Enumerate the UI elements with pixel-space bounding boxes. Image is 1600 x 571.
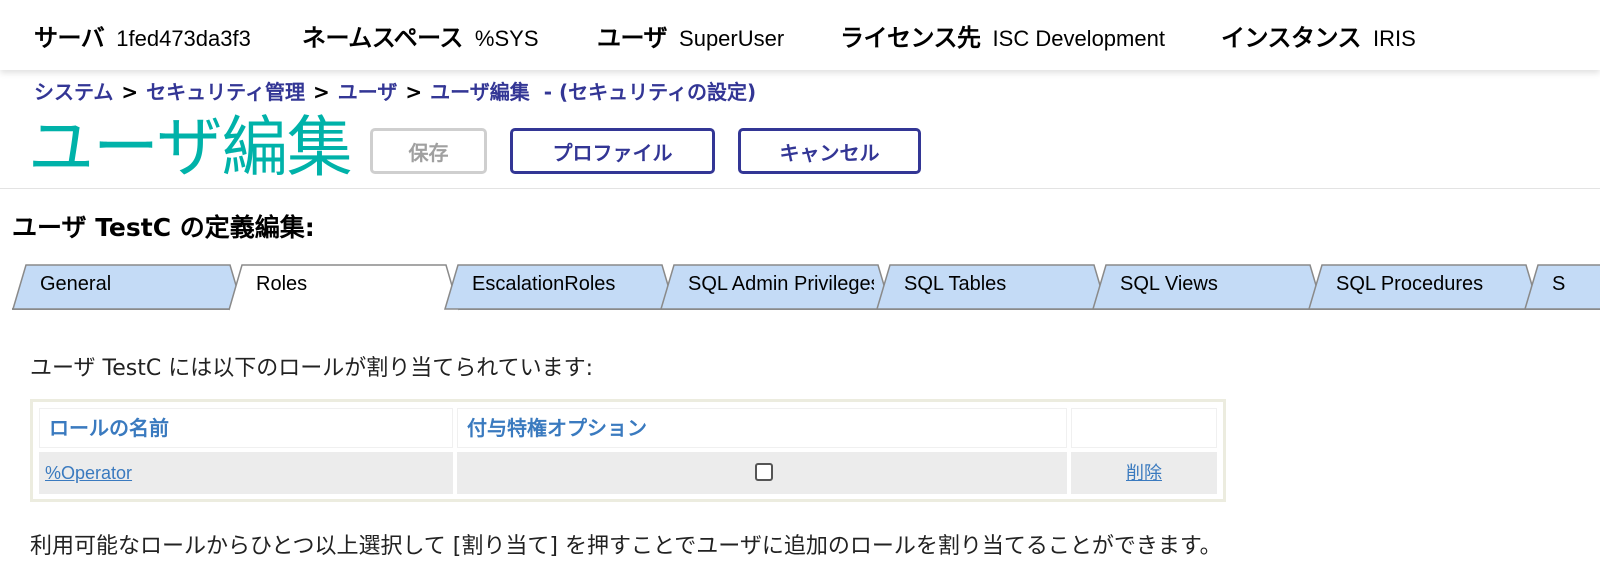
- tab-general[interactable]: General: [12, 264, 244, 310]
- tab-sql-admin-privileges[interactable]: SQL Admin Privileges: [660, 264, 892, 310]
- tab-sql-tables[interactable]: SQL Tables: [876, 264, 1108, 310]
- tab-label: SQL Views: [1120, 273, 1218, 295]
- tab-label: SQL Tables: [904, 273, 1007, 295]
- namespace-label: ネームスペース: [302, 24, 463, 52]
- breadcrumb-separator: >: [312, 80, 330, 104]
- column-header-grant-option: 付与特権オプション: [457, 408, 1067, 448]
- tab-sql-more[interactable]: S: [1524, 264, 1600, 310]
- tab-bar: General Roles EscalationRoles SQL Admin …: [0, 264, 1600, 312]
- table-row-role-cell: %Operator: [39, 452, 453, 494]
- server-value: 1fed473da3f3: [116, 26, 251, 51]
- license-value: ISC Development: [992, 26, 1165, 51]
- server-label: サーバ: [34, 24, 105, 52]
- column-header-action: [1071, 408, 1217, 448]
- license-info: ライセンス先 ISC Development: [840, 18, 1165, 53]
- breadcrumb-users[interactable]: ユーザ: [338, 80, 398, 104]
- header-divider: [0, 188, 1600, 189]
- license-label: ライセンス先: [840, 24, 981, 52]
- instance-value: IRIS: [1373, 26, 1416, 51]
- role-name-link[interactable]: %Operator: [45, 463, 132, 483]
- tab-label: EscalationRoles: [472, 273, 616, 295]
- table-row-action-cell: 削除: [1071, 452, 1217, 494]
- namespace-value: %SYS: [474, 26, 539, 51]
- assigned-roles-text: ユーザ TestC には以下のロールが割り当てられています:: [30, 356, 593, 381]
- profile-button[interactable]: プロファイル: [510, 128, 715, 174]
- available-roles-text: 利用可能なロールからひとつ以上選択して [割り当て] を押すことでユーザに追加の…: [30, 534, 1222, 559]
- tab-label: SQL Admin Privileges: [688, 273, 874, 295]
- tab-roles[interactable]: Roles: [228, 264, 460, 311]
- user-info: ユーザ SuperUser: [597, 18, 784, 53]
- breadcrumb-context: - (セキュリティの設定): [543, 80, 757, 104]
- tab-sql-views[interactable]: SQL Views: [1092, 264, 1324, 310]
- namespace-info: ネームスペース %SYS: [302, 18, 539, 53]
- user-label: ユーザ: [597, 24, 668, 52]
- breadcrumb: システム > セキュリティ管理 > ユーザ > ユーザ編集 - (セキュリティの設定): [34, 76, 756, 105]
- server-info: サーバ 1fed473da3f3: [34, 18, 251, 53]
- grant-option-checkbox[interactable]: [755, 463, 773, 481]
- tab-label: Roles: [256, 273, 308, 295]
- cancel-button[interactable]: キャンセル: [738, 128, 921, 174]
- page-title: ユーザ編集: [28, 109, 353, 186]
- breadcrumb-separator: >: [121, 80, 139, 104]
- column-header-role-name: ロールの名前: [39, 408, 453, 448]
- save-button[interactable]: 保存: [370, 128, 487, 174]
- tab-label: General: [40, 273, 112, 295]
- definition-heading: ユーザ TestC の定義編集:: [12, 213, 315, 242]
- breadcrumb-edit-user[interactable]: ユーザ編集: [430, 80, 530, 104]
- breadcrumb-system[interactable]: システム: [34, 80, 113, 104]
- breadcrumb-security-management[interactable]: セキュリティ管理: [146, 80, 305, 104]
- instance-label: インスタンス: [1221, 24, 1362, 52]
- delete-link[interactable]: 削除: [1126, 463, 1162, 483]
- top-header: サーバ 1fed473da3f3 ネームスペース %SYS ユーザ SuperUser…: [0, 0, 1600, 70]
- tab-sql-procedures[interactable]: SQL Procedures: [1308, 264, 1540, 310]
- tab-label: SQL Procedures: [1336, 273, 1484, 295]
- tab-escalation-roles[interactable]: EscalationRoles: [444, 264, 676, 310]
- assigned-roles-table: ロールの名前 付与特権オプション %Operator 削除: [30, 399, 1226, 502]
- breadcrumb-separator: >: [405, 80, 423, 104]
- table-row-grant-cell: [457, 452, 1067, 494]
- user-value: SuperUser: [679, 26, 785, 51]
- tab-label: S: [1552, 273, 1566, 295]
- instance-info: インスタンス IRIS: [1221, 18, 1416, 53]
